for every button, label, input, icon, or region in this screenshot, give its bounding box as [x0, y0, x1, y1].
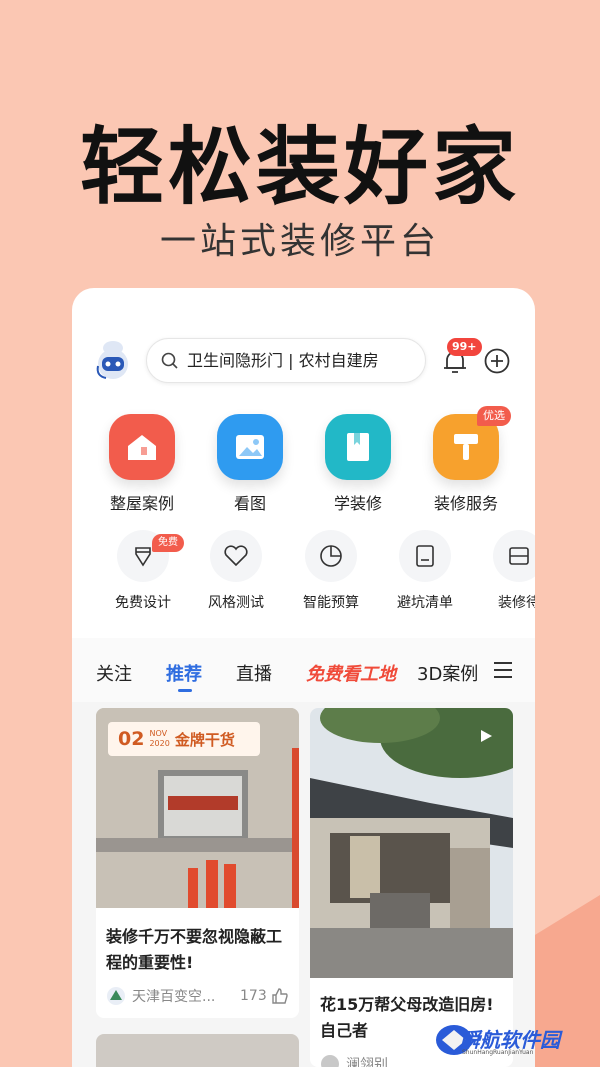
service-label: 看图: [233, 494, 266, 513]
house-icon: [109, 414, 175, 480]
article-card[interactable]: [96, 1034, 299, 1067]
tab-recommended[interactable]: 推荐: [166, 660, 202, 686]
service-renovation-services[interactable]: 装修服务: [416, 414, 516, 514]
search-icon: [161, 352, 178, 369]
card-title: 装修千万不要忽视隐蔽工程的重要性!: [106, 927, 283, 972]
tool-pitfall-checklist[interactable]: 避坑清单: [382, 530, 468, 612]
author-name: 天津百变空...: [132, 989, 216, 1005]
service-label: 学装修: [333, 494, 382, 513]
cabinet-icon: [493, 530, 535, 582]
tool-label: 避坑清单: [397, 595, 453, 611]
watermark-logo: 瞬航软件园 ShunHangRuanJianYuan: [360, 1020, 570, 1060]
notification-badge: 99+: [447, 338, 482, 356]
thumbs-up-icon[interactable]: [271, 987, 289, 1005]
tool-label: 智能预算: [303, 595, 359, 611]
hero-title: 轻松装好家: [79, 118, 520, 216]
gold-tips-tag: 金牌干货: [174, 730, 235, 749]
service-learn-renovation[interactable]: 学装修: [308, 414, 408, 514]
date-day: 02: [118, 728, 145, 750]
menu-icon[interactable]: [492, 660, 514, 680]
date-month: NOV: [149, 729, 168, 738]
service-whole-house-cases[interactable]: 整屋案例: [92, 414, 192, 514]
free-badge: 免费: [152, 534, 184, 552]
tab-3d-cases[interactable]: 3D案例: [417, 660, 479, 686]
tool-style-test[interactable]: 风格测试: [193, 530, 279, 612]
tool-label: 免费设计: [115, 595, 171, 611]
article-card[interactable]: 02 NOV 2020 金牌干货 装修千万不要忽视隐蔽工程的重要性! 天津百变空…: [96, 708, 299, 1018]
author-avatar: [321, 1055, 339, 1067]
add-icon[interactable]: [484, 348, 510, 374]
pie-chart-icon: [305, 530, 357, 582]
active-tab-indicator: [178, 689, 192, 692]
tool-label: 装修待: [498, 595, 535, 611]
date-year: 2020: [149, 739, 170, 748]
card-image: [310, 708, 513, 978]
search-input[interactable]: [187, 351, 417, 370]
tab-follow[interactable]: 关注: [96, 660, 132, 686]
tool-smart-budget[interactable]: 智能预算: [288, 530, 374, 612]
search-bar[interactable]: [146, 338, 426, 383]
heart-icon: [210, 530, 262, 582]
tool-label: 风格测试: [208, 595, 264, 611]
service-label: 整屋案例: [109, 494, 174, 513]
service-label: 装修服务: [433, 494, 498, 513]
preferred-badge: 优选: [477, 406, 511, 426]
service-view-images[interactable]: 看图: [200, 414, 300, 514]
hero-subtitle: 一站式装修平台: [159, 221, 440, 262]
checklist-icon: [399, 530, 451, 582]
tool-renovation-pending[interactable]: 装修待: [476, 530, 535, 612]
video-play-icon[interactable]: [478, 728, 494, 744]
app-screen: 99+ 整屋案例 看图 学装修 装修服务 优选 免费设计 免费: [72, 288, 535, 1067]
feed-tabs: 关注 推荐 直播 免费看工地 3D案例: [72, 638, 535, 702]
book-icon: [325, 414, 391, 480]
robot-assistant-icon[interactable]: [94, 340, 132, 382]
like-count: 173: [240, 988, 267, 1004]
image-icon: [217, 414, 283, 480]
author-avatar: [107, 987, 125, 1005]
watermark-pinyin: ShunHangRuanJianYuan: [462, 1049, 534, 1056]
date-tag: 02 NOV 2020 金牌干货: [108, 722, 260, 756]
card-meta: 天津百变空... 173: [96, 986, 299, 1006]
tab-free-site-visit[interactable]: 免费看工地: [306, 660, 396, 686]
article-card[interactable]: 花15万帮父母改造旧房!自己者 澜翎别: [310, 708, 513, 1067]
tab-live[interactable]: 直播: [236, 660, 272, 686]
